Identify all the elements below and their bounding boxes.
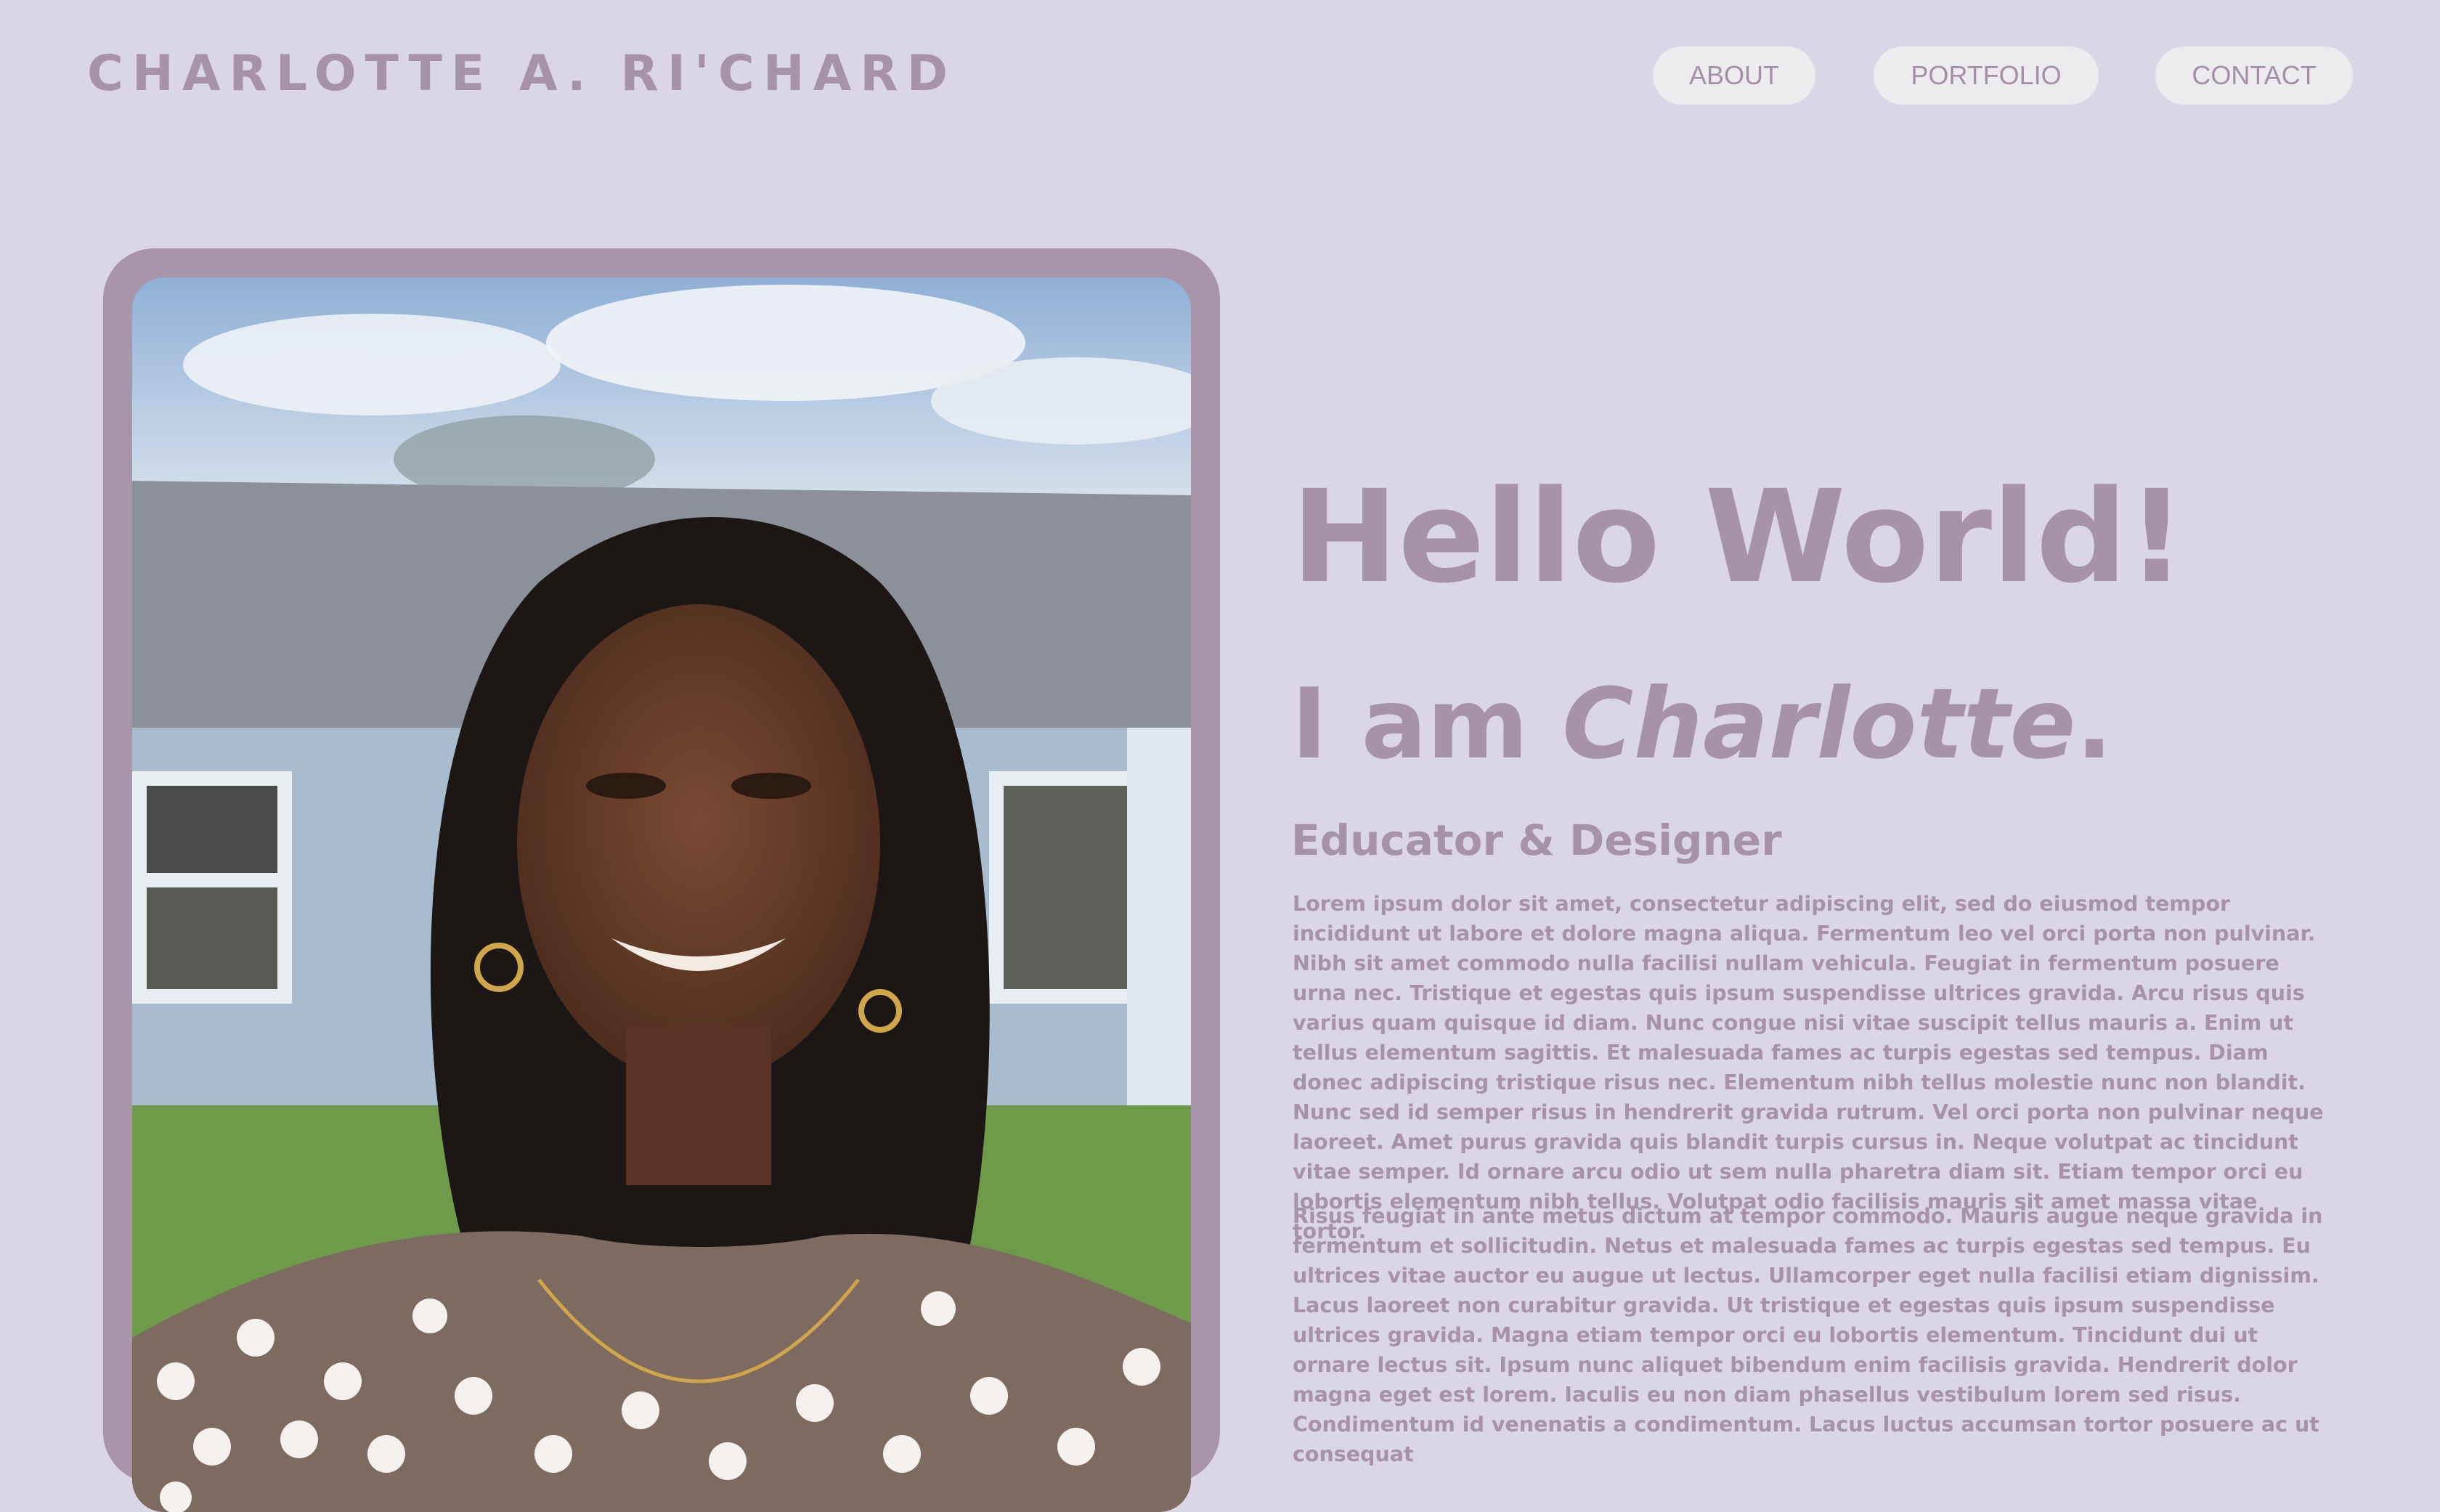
profile-photo: [132, 277, 1191, 1512]
main-nav: ABOUT PORTFOLIO CONTACT: [0, 46, 2440, 105]
bio-paragraph-1: Lorem ipsum dolor sit amet, consectetur …: [1293, 892, 2324, 1243]
hero-intro: I am Charlotte.: [1291, 675, 2112, 773]
nav-about-button[interactable]: ABOUT: [1653, 46, 1815, 105]
intro-prefix: I am: [1291, 667, 1563, 781]
bio-paragraph-2: Risus feugiat in ante metus dictum at te…: [1293, 1204, 2323, 1466]
nav-portfolio-button[interactable]: PORTFOLIO: [1874, 46, 2099, 105]
intro-suffix: .: [2075, 667, 2113, 781]
intro-name: Charlotte: [1562, 667, 2076, 781]
hero-role: Educator & Designer: [1291, 816, 1782, 865]
hero-greeting: Hello World!: [1291, 463, 2186, 611]
nav-contact-button[interactable]: CONTACT: [2155, 46, 2353, 105]
profile-photo-frame: [103, 248, 1220, 1512]
